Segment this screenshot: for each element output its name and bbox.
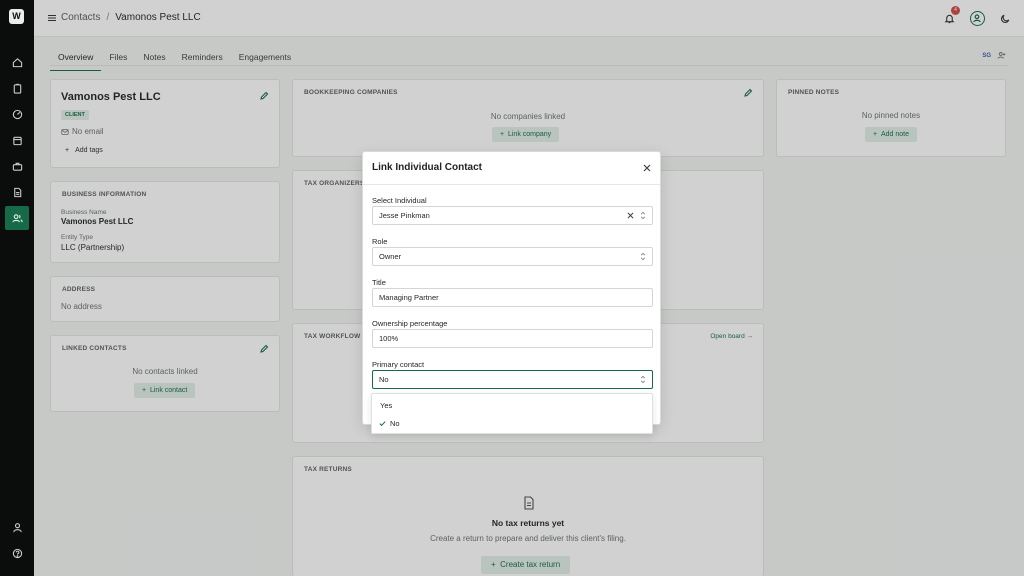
briefcase-icon[interactable] <box>8 157 26 175</box>
check-icon <box>379 421 386 427</box>
primary-contact-select[interactable]: No <box>372 370 653 389</box>
calendar-icon[interactable] <box>8 131 26 149</box>
help-icon[interactable] <box>8 544 26 562</box>
document-icon[interactable] <box>8 183 26 201</box>
dropdown-option-no[interactable]: No <box>390 419 400 428</box>
gauge-icon[interactable] <box>8 105 26 123</box>
select-individual-field[interactable]: Jesse Pinkman <box>372 206 653 225</box>
contacts-icon[interactable] <box>5 206 29 230</box>
role-label: Role <box>372 237 388 246</box>
modal-divider <box>363 184 660 185</box>
role-select[interactable]: Owner <box>372 247 653 266</box>
ownership-value: 100% <box>379 334 399 343</box>
title-label: Title <box>372 278 386 287</box>
chevron-updown-icon <box>640 252 646 261</box>
chevron-updown-icon <box>640 211 646 220</box>
title-input[interactable]: Managing Partner <box>372 288 653 307</box>
sidebar: W <box>0 0 34 576</box>
home-icon[interactable] <box>8 53 26 71</box>
chevron-updown-icon <box>640 375 646 384</box>
primary-contact-label: Primary contact <box>372 360 425 369</box>
primary-contact-dropdown: Yes No <box>371 393 653 434</box>
modal-title: Link Individual Contact <box>372 162 483 173</box>
ownership-label: Ownership percentage <box>372 319 448 328</box>
close-icon[interactable] <box>642 163 652 173</box>
select-individual-label: Select Individual <box>372 196 427 205</box>
clipboard-icon[interactable] <box>8 79 26 97</box>
ownership-input[interactable]: 100% <box>372 329 653 348</box>
app-logo[interactable]: W <box>9 9 24 24</box>
role-value: Owner <box>379 252 402 261</box>
primary-contact-value: No <box>379 375 389 384</box>
select-individual-value: Jesse Pinkman <box>379 211 430 220</box>
user-icon[interactable] <box>8 518 26 536</box>
link-contact-modal: Link Individual Contact Select Individua… <box>362 151 661 425</box>
dropdown-option-yes[interactable]: Yes <box>380 401 392 410</box>
title-value: Managing Partner <box>379 293 439 302</box>
clear-icon[interactable] <box>627 212 634 219</box>
